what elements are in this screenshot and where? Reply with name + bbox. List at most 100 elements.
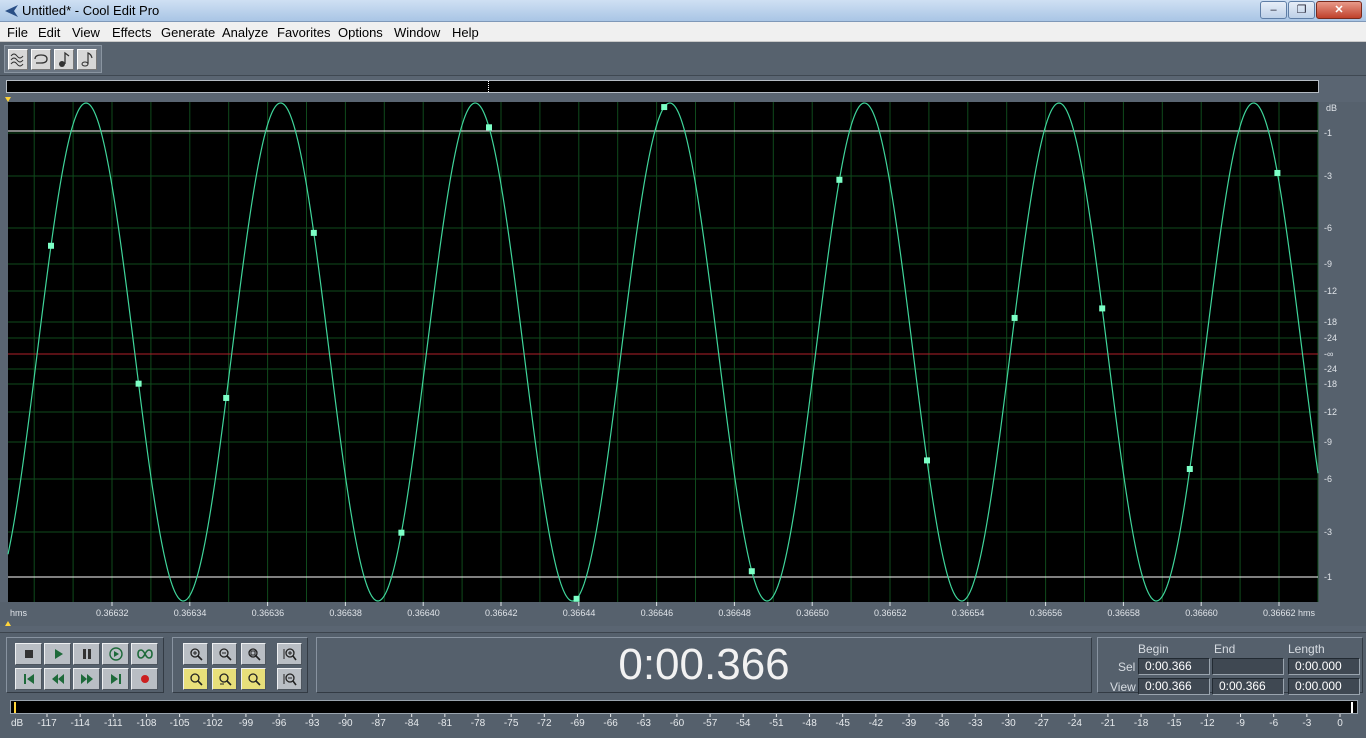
play-icon	[54, 649, 63, 659]
zoom-left-icon	[218, 673, 232, 686]
sample-point	[924, 457, 930, 464]
sample-point	[1274, 169, 1281, 176]
record-button[interactable]	[131, 668, 158, 690]
menu-view[interactable]: View	[72, 25, 100, 40]
maximize-button[interactable]: ❐	[1288, 1, 1315, 19]
menu-generate[interactable]: Generate	[161, 25, 215, 40]
zoom-in-horizontal-button[interactable]	[183, 643, 208, 665]
waveform-canvas[interactable]: dB -1 -3 -6 -9 -12 -18 -24 -∞ -24 -18 -12 -9 -6 -3 -1 hm…	[0, 96, 1366, 632]
play-to-end-button[interactable]	[102, 643, 129, 665]
zoom-out-vertical-button[interactable]	[277, 668, 302, 690]
begin-header: Begin	[1138, 642, 1169, 656]
meter-tick-label: -24	[1068, 718, 1083, 729]
level-meter: dB -117 -114 -111 -108 -105 -102 -99 -96 -93 -90 -8…	[0, 698, 1366, 738]
db-scale-label: -1	[1324, 572, 1332, 582]
sample-point	[836, 176, 843, 183]
menu-options[interactable]: Options	[338, 25, 383, 40]
loop-button[interactable]	[31, 49, 51, 70]
zoom-full-button[interactable]	[241, 643, 266, 665]
meter-tick-label: 0	[1337, 718, 1343, 729]
menu-file[interactable]: File	[7, 25, 28, 40]
go-to-end-button[interactable]	[102, 668, 129, 690]
time-unit-label-right: hms	[1298, 608, 1316, 618]
meter-tick-label: -78	[471, 718, 486, 729]
sel-end-field[interactable]	[1212, 658, 1284, 675]
close-button[interactable]: ✕	[1316, 1, 1362, 19]
time-tick-label: 0.36636	[252, 608, 285, 618]
time-tick-label: 0.36660	[1185, 608, 1218, 618]
time-tick-label: 0.36648	[718, 608, 751, 618]
waveform-view-button[interactable]	[8, 49, 28, 70]
menu-edit[interactable]: Edit	[38, 25, 60, 40]
menu-help[interactable]: Help	[452, 25, 479, 40]
sel-begin-field[interactable]: 0:00.366	[1138, 658, 1210, 675]
menu-analyze[interactable]: Analyze	[222, 25, 268, 40]
meter-tick-label: -84	[404, 718, 419, 729]
zoom-full-icon	[247, 648, 261, 661]
sample-point	[398, 529, 405, 536]
db-scale-label: -3	[1324, 527, 1332, 537]
db-scale-label: -3	[1324, 171, 1332, 181]
sample-point	[48, 242, 54, 249]
sample-point	[135, 380, 142, 387]
fast-forward-button[interactable]	[73, 668, 100, 690]
view-length-field[interactable]: 0:00.000	[1288, 678, 1360, 695]
time-tick-label: 0.36652	[874, 608, 907, 618]
meter-tick-label: -9	[1236, 718, 1245, 729]
meter-tick-label: -117	[37, 718, 57, 729]
meter-peak-indicator	[1351, 702, 1353, 713]
menu-window[interactable]: Window	[394, 25, 440, 40]
zoom-left-button[interactable]	[212, 668, 237, 690]
time-tick-label: 0.36634	[174, 608, 207, 618]
time-unit-label-left: hms	[10, 608, 28, 618]
view-end-field[interactable]: 0:00.366	[1212, 678, 1284, 695]
midi-button[interactable]	[54, 49, 74, 70]
note-icon	[81, 52, 93, 67]
overview-bar[interactable]	[6, 80, 1319, 93]
zoom-out-vertical-icon	[283, 673, 297, 686]
play-button[interactable]	[44, 643, 71, 665]
db-scale-label: -6	[1324, 474, 1332, 484]
meter-tick-label: -51	[769, 718, 784, 729]
time-tick-label: 0.36632	[96, 608, 129, 618]
meter-tick-label: -39	[902, 718, 917, 729]
menu-favorites[interactable]: Favorites	[277, 25, 330, 40]
meter-tick-label: -60	[670, 718, 685, 729]
go-to-start-button[interactable]	[15, 668, 42, 690]
menu-effects[interactable]: Effects	[112, 25, 152, 40]
zoom-selection-button[interactable]	[183, 668, 208, 690]
window-title: Untitled* - Cool Edit Pro	[22, 3, 160, 18]
meter-left-indicator	[14, 702, 16, 713]
meter-tick-label: -90	[338, 718, 353, 729]
midi-icon	[59, 51, 70, 67]
waveform-display[interactable]: dB -1 -3 -6 -9 -12 -18 -24 -∞ -24 -18 -12 -9 -6 -3 -1 hm…	[0, 96, 1366, 632]
note-button[interactable]	[77, 49, 97, 70]
view-begin-field[interactable]: 0:00.366	[1138, 678, 1210, 695]
go-to-end-icon	[110, 674, 121, 684]
meter-tick-label: -57	[703, 718, 718, 729]
zoom-in-horizontal-icon	[189, 648, 203, 661]
stop-button[interactable]	[15, 643, 42, 665]
meter-tick-label: -33	[968, 718, 983, 729]
rewind-icon	[51, 674, 64, 684]
pause-button[interactable]	[73, 643, 100, 665]
time-tick-label: 0.36662	[1263, 608, 1296, 618]
loop-play-button[interactable]	[131, 643, 158, 665]
play-to-end-icon	[108, 647, 123, 661]
meter-tick-label: -105	[170, 718, 190, 729]
zoom-out-horizontal-button[interactable]	[212, 643, 237, 665]
meter-tick-label: -12	[1200, 718, 1215, 729]
zoom-selection-icon	[189, 673, 203, 686]
minimize-button[interactable]: ‒	[1260, 1, 1287, 19]
sample-point	[1186, 466, 1193, 473]
db-scale-label: -6	[1324, 223, 1332, 233]
db-scale-label: -24	[1324, 364, 1337, 374]
time-tick-label: 0.36638	[329, 608, 362, 618]
time-display: 0:00.366	[618, 640, 790, 689]
zoom-in-vertical-button[interactable]	[277, 643, 302, 665]
rewind-button[interactable]	[44, 668, 71, 690]
sample-point	[223, 394, 230, 401]
zoom-right-button[interactable]	[241, 668, 266, 690]
db-scale-label: -24	[1324, 333, 1337, 343]
sel-length-field[interactable]: 0:00.000	[1288, 658, 1360, 675]
